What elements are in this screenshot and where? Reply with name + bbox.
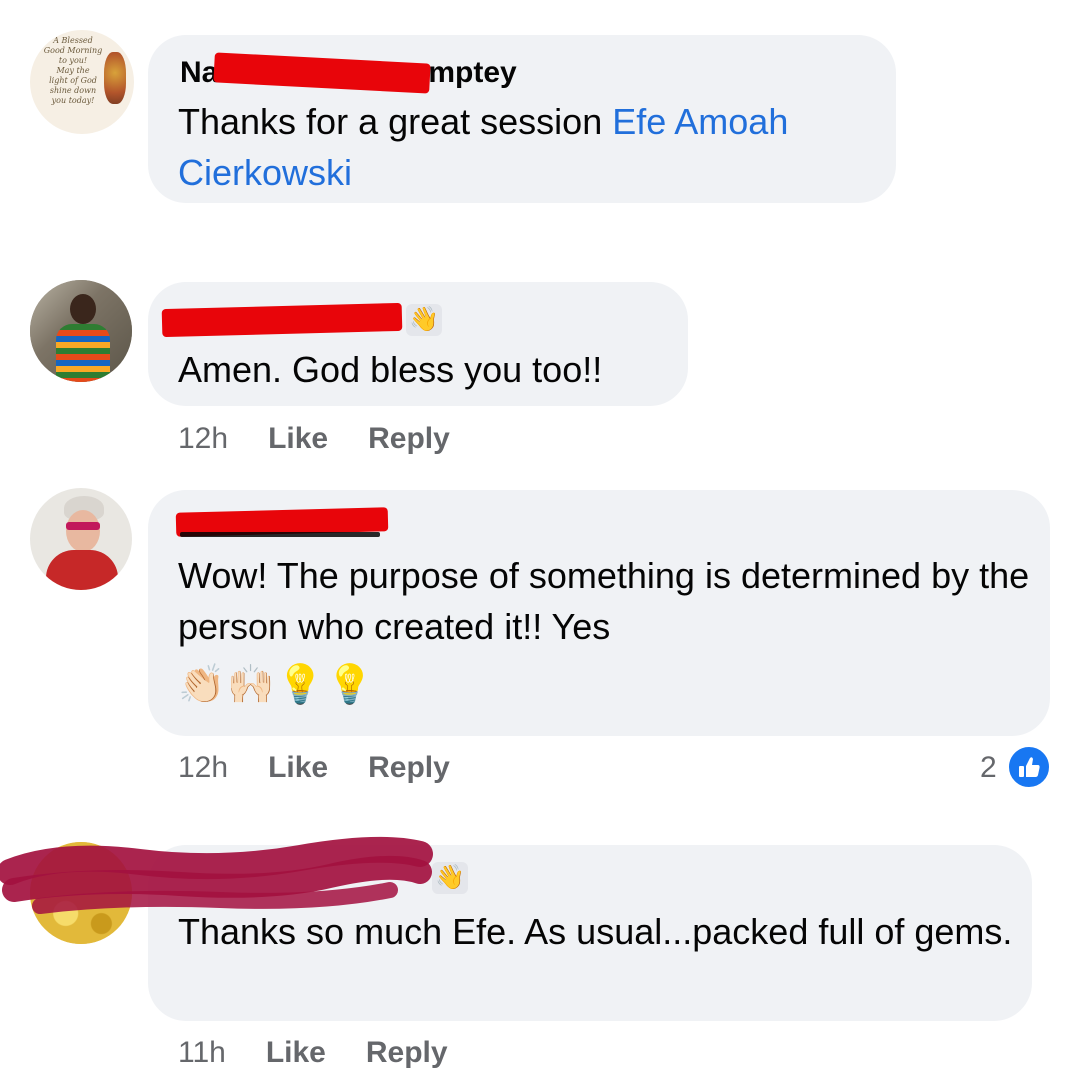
reply-button[interactable]: Reply	[366, 1036, 448, 1069]
avatar-head	[70, 294, 96, 324]
avatar[interactable]: A Blessed Good Morning to you! May the l…	[30, 30, 134, 134]
avatar-dress	[56, 324, 110, 382]
avatar-greeting-image: A Blessed Good Morning to you! May the l…	[43, 36, 103, 105]
avatar-decoration	[104, 52, 126, 104]
reply-button[interactable]: Reply	[368, 422, 450, 455]
comment-actions: 11h Like Reply	[178, 1036, 488, 1070]
reaction-count[interactable]: 2	[980, 751, 997, 785]
avatar-face	[66, 510, 100, 552]
comment-timestamp: 12h	[178, 751, 229, 784]
avatar-glasses	[66, 522, 100, 530]
author-name-remnant	[180, 532, 380, 537]
comment-text-body: Thanks for a great session	[178, 101, 613, 142]
like-button[interactable]: Like	[268, 422, 328, 455]
comment-timestamp: 12h	[178, 422, 229, 455]
waving-hand-icon: 👋	[406, 304, 442, 336]
like-button[interactable]: Like	[268, 751, 328, 784]
comment-actions: 12h Like Reply	[178, 751, 490, 785]
avatar[interactable]	[30, 280, 132, 382]
comment-emoji: 👏🏻🙌🏻💡💡	[178, 664, 376, 706]
comment-timestamp: 11h	[178, 1036, 226, 1069]
author-name-prefix: Na	[180, 56, 219, 89]
comment-text: Amen. God bless you too!!	[178, 349, 603, 390]
waving-hand-icon: 👋	[432, 862, 468, 894]
avatar-jacket	[46, 550, 118, 590]
thumbs-up-glyph	[1019, 757, 1040, 777]
author-name-suffix: mptey	[428, 56, 517, 89]
like-button[interactable]: Like	[266, 1036, 326, 1069]
comment-text: Thanks for a great session Efe Amoah Cie…	[178, 96, 878, 198]
avatar[interactable]	[30, 488, 132, 590]
comment-text: Thanks so much Efe. As usual...packed fu…	[178, 911, 1013, 952]
comment-text: Wow! The purpose of something is determi…	[178, 555, 1030, 647]
comment-actions: 12h Like Reply	[178, 422, 490, 456]
reply-button[interactable]: Reply	[368, 751, 450, 784]
thumbs-up-icon[interactable]	[1006, 744, 1052, 790]
